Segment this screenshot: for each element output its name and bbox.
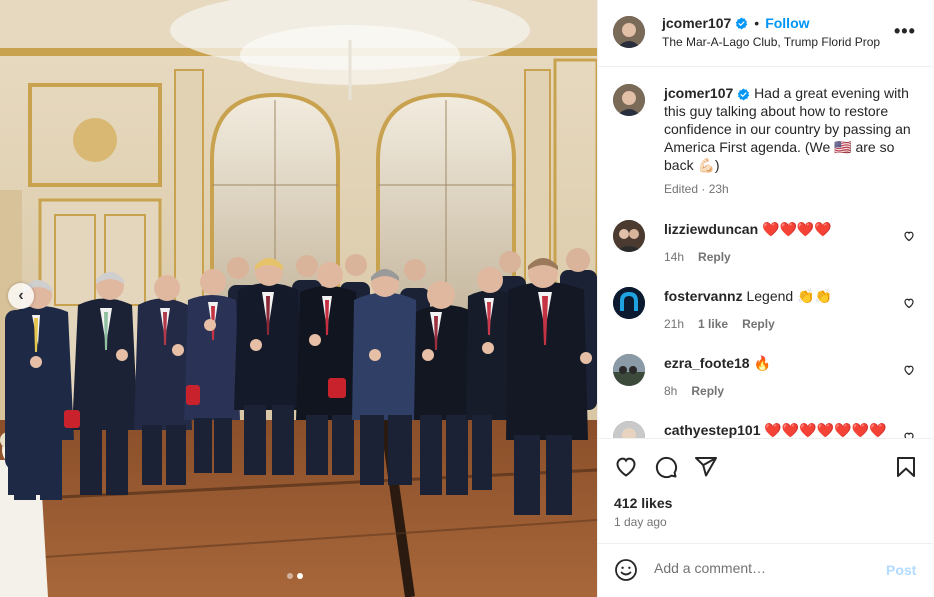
- reply-button[interactable]: Reply: [698, 248, 731, 266]
- comment-item: fostervannz Legend 👏👏 21h 1 like Reply: [613, 287, 918, 339]
- chevron-left-icon: ‹: [18, 287, 24, 304]
- post-photo[interactable]: ‹: [0, 0, 597, 597]
- avatar-image: [613, 220, 645, 252]
- comment-meta: 8h Reply: [664, 382, 918, 400]
- comment-like-heart-icon[interactable]: [903, 297, 915, 309]
- post-header: jcomer107 • Follow The Mar-A-Lago Club, …: [598, 0, 933, 67]
- carousel-indicator: [287, 573, 303, 579]
- commenter-avatar[interactable]: [613, 354, 645, 386]
- comments-list[interactable]: jcomer107 Had a great evening with this …: [598, 68, 933, 438]
- follow-button[interactable]: Follow: [765, 15, 809, 31]
- comment-text-row: lizziewduncan ❤️❤️❤️❤️ 14h Reply: [664, 220, 918, 266]
- heart-icon[interactable]: [614, 455, 638, 479]
- share-icon[interactable]: [694, 455, 718, 479]
- comment-username[interactable]: lizziewduncan: [664, 221, 758, 237]
- comment-username[interactable]: ezra_foote18: [664, 355, 750, 371]
- post-actions: 412 likes 1 day ago: [598, 438, 933, 543]
- commenter-avatar[interactable]: [613, 220, 645, 252]
- comment-like-heart-icon[interactable]: [903, 230, 915, 242]
- caption-username[interactable]: jcomer107: [664, 85, 733, 101]
- comment-time: 8h: [664, 384, 678, 398]
- comment-likes-count[interactable]: 1 like: [698, 315, 728, 333]
- more-options-icon[interactable]: •••: [894, 22, 916, 40]
- comment-username[interactable]: cathyestep101: [664, 422, 761, 438]
- comment-text-row: fostervannz Legend 👏👏 21h 1 like Reply: [664, 287, 918, 333]
- post-comment-button[interactable]: Post: [886, 562, 916, 578]
- emoji-icon[interactable]: [614, 558, 638, 582]
- post-side-panel: jcomer107 • Follow The Mar-A-Lago Club, …: [597, 0, 933, 597]
- verified-badge-icon: [737, 88, 750, 101]
- comment-text: ❤️❤️❤️❤️❤️❤️❤️: [764, 422, 887, 438]
- likes-count[interactable]: 412 likes: [614, 495, 672, 511]
- reply-button[interactable]: Reply: [691, 382, 724, 400]
- comment-username[interactable]: fostervannz: [664, 288, 743, 304]
- comment-like-heart-icon[interactable]: [903, 364, 915, 376]
- avatar-image: [613, 84, 645, 116]
- comment-input[interactable]: [654, 560, 874, 576]
- verified-badge-icon: [736, 17, 748, 29]
- post-time: 1 day ago: [614, 515, 667, 529]
- comment-meta: 21h 1 like Reply: [664, 315, 918, 333]
- caption-text: jcomer107 Had a great evening with this …: [664, 84, 918, 198]
- bookmark-icon[interactable]: [894, 455, 918, 479]
- carousel-prev-button[interactable]: ‹: [8, 283, 34, 309]
- comment-icon[interactable]: [654, 455, 678, 479]
- comment-text: Legend 👏👏: [746, 288, 832, 304]
- comment-item: lizziewduncan ❤️❤️❤️❤️ 14h Reply: [613, 220, 918, 272]
- comment-text-row: ezra_foote18 🔥 8h Reply: [664, 354, 918, 400]
- comment-item: ezra_foote18 🔥 8h Reply: [613, 354, 918, 406]
- comment-text: ❤️❤️❤️❤️: [762, 221, 832, 237]
- post-location[interactable]: The Mar-A-Lago Club, Trump Florid Prop: [662, 35, 880, 49]
- author-avatar[interactable]: [613, 16, 645, 48]
- carousel-dot-2-active: [297, 573, 303, 579]
- comment-text: 🔥: [753, 355, 771, 371]
- author-row: jcomer107 • Follow: [662, 15, 810, 31]
- comment-text-row: cathyestep101 ❤️❤️❤️❤️❤️❤️❤️: [664, 421, 918, 438]
- event-photo-illustration: [0, 0, 597, 597]
- carousel-dot-1: [287, 573, 293, 579]
- caption-meta: Edited · 23h: [664, 182, 729, 196]
- comment-time: 14h: [664, 250, 685, 264]
- separator-dot: •: [754, 15, 760, 31]
- comment-item: cathyestep101 ❤️❤️❤️❤️❤️❤️❤️: [613, 421, 918, 438]
- avatar-image: [613, 287, 645, 319]
- post-caption: jcomer107 Had a great evening with this …: [613, 84, 918, 198]
- comment-like-heart-icon[interactable]: [903, 431, 915, 438]
- caption-author-avatar[interactable]: [613, 84, 645, 116]
- commenter-avatar[interactable]: [613, 287, 645, 319]
- commenter-avatar[interactable]: [613, 421, 645, 438]
- avatar-image: [613, 16, 645, 48]
- reply-button[interactable]: Reply: [742, 315, 775, 333]
- comment-time: 21h: [664, 317, 685, 331]
- author-username[interactable]: jcomer107: [662, 15, 731, 31]
- avatar-image: [613, 421, 645, 438]
- comment-composer: Post: [598, 543, 933, 597]
- comment-meta: 14h Reply: [664, 248, 918, 266]
- avatar-image: [613, 354, 645, 386]
